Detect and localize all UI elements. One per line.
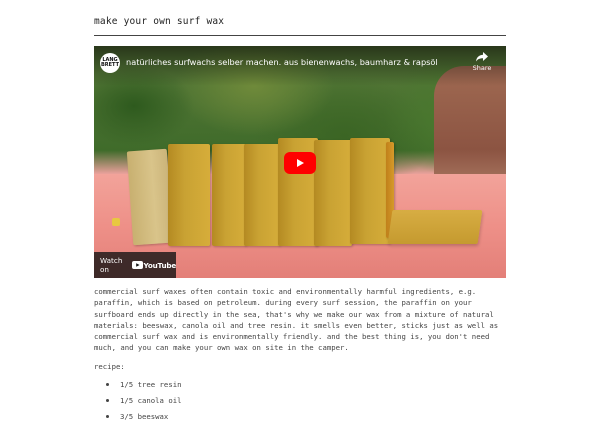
share-button[interactable]: Share [470,52,494,72]
recipe-label: recipe: [94,361,125,371]
watch-on-youtube-button[interactable]: Watch on YouTube [94,252,176,278]
youtube-icon [131,261,143,269]
watch-on-label: Watch on [100,256,123,274]
video-player[interactable]: LANG BRETT natürliches surfwachs selber … [94,46,506,278]
youtube-logo: YouTube [131,260,177,270]
list-item: 1/5 canola oil [106,393,506,409]
video-title[interactable]: natürliches surfwachs selber machen. aus… [126,57,438,67]
share-label: Share [472,64,492,72]
article-body: commercial surf waxes often contain toxi… [94,287,499,353]
wax-bar [212,144,246,246]
article: make your own surf wax LANG BRETT natürl… [94,0,506,425]
play-button[interactable] [284,152,316,174]
play-icon [297,159,304,167]
channel-avatar[interactable]: LANG BRETT [100,53,120,73]
wax-slab [387,210,483,244]
youtube-wordmark: YouTube [143,260,177,270]
share-icon [476,52,488,62]
wax-bar [126,148,174,246]
page-title: make your own surf wax [94,16,506,36]
wax-bar [244,144,280,246]
list-item: 3/5 beeswax [106,409,506,425]
video-scene-wax-crumb [112,218,120,226]
recipe-list: 1/5 tree resin 1/5 canola oil 3/5 beeswa… [106,377,506,425]
video-title-bar: LANG BRETT natürliches surfwachs selber … [94,46,506,86]
list-item: 1/5 tree resin [106,377,506,393]
wax-bar [350,138,390,244]
wax-bar [168,144,210,246]
wax-bar [314,140,352,246]
